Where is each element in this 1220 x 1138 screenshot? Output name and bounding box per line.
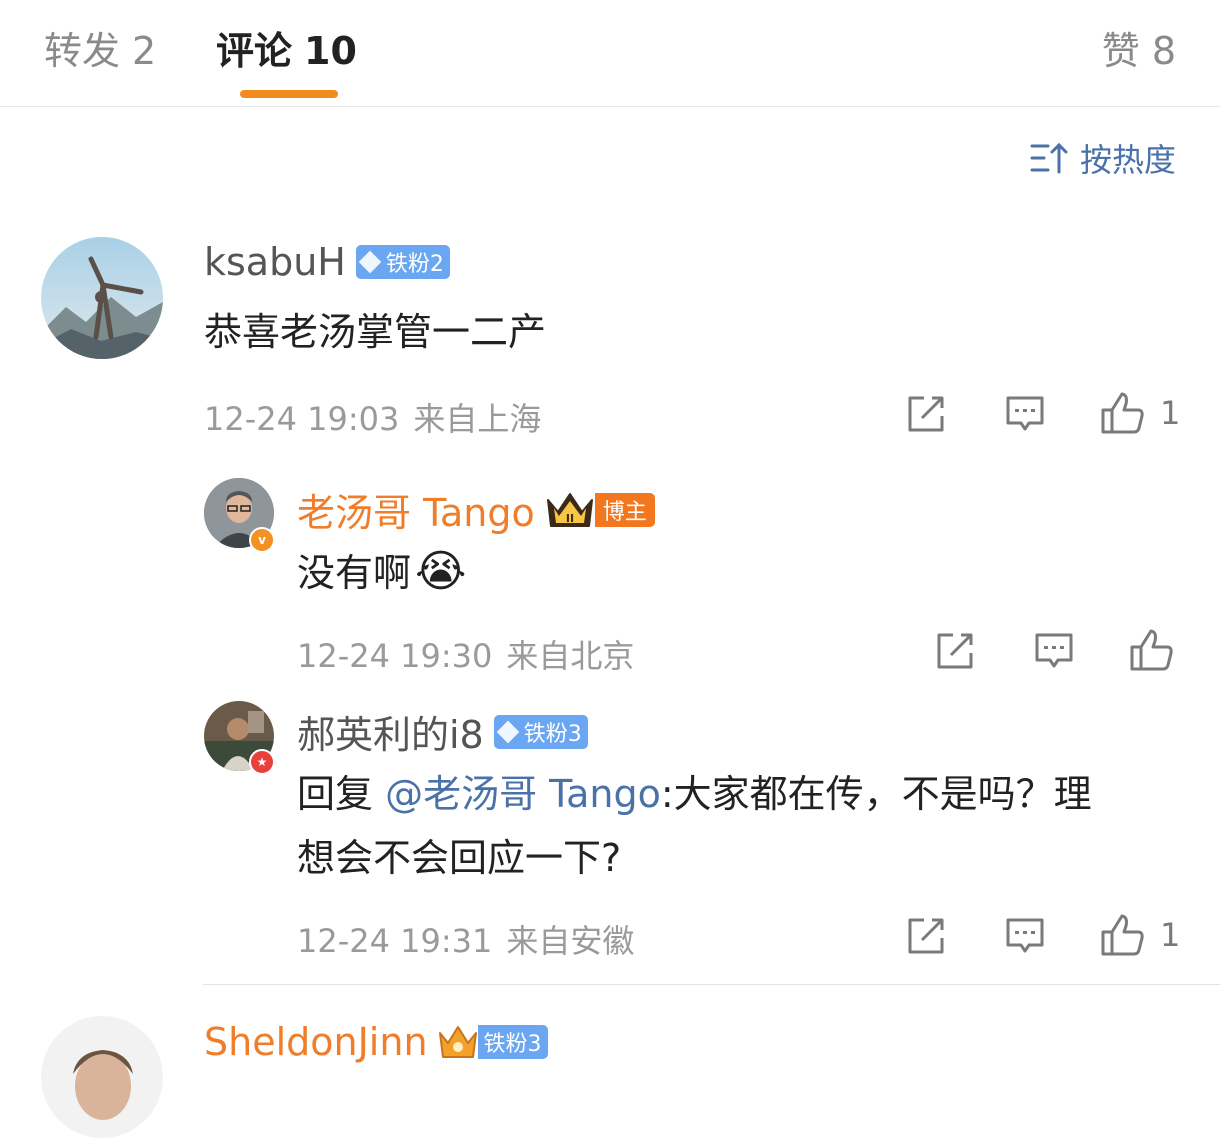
comment-time: 12-24 19:30 bbox=[297, 637, 493, 675]
author-name[interactable]: SheldonJinn bbox=[204, 1020, 428, 1064]
fan-badge: 铁粉3 bbox=[438, 1023, 548, 1061]
like-button[interactable]: 1 bbox=[1100, 390, 1180, 436]
thumbs-up-icon bbox=[1101, 392, 1144, 434]
reply-text: 没有啊 bbox=[297, 551, 412, 595]
tab-comments[interactable]: 评论 10 bbox=[216, 20, 357, 75]
comment-author[interactable]: 老汤哥 Tango II 博主 bbox=[297, 482, 655, 537]
tab-comments-count: 10 bbox=[304, 29, 357, 73]
tab-likes-count: 8 bbox=[1151, 29, 1176, 73]
sort-icon bbox=[1030, 142, 1068, 174]
repost-button[interactable] bbox=[906, 916, 946, 956]
tab-reposts-label: 转发 bbox=[44, 29, 121, 73]
comment-author[interactable]: 郝英利的i8 铁粉3 bbox=[297, 704, 588, 759]
thumbs-up-icon bbox=[1101, 914, 1144, 956]
comment-meta: 12-24 19:03 来自上海 bbox=[204, 394, 541, 440]
like-count: 1 bbox=[1160, 916, 1181, 954]
comment-time: 12-24 19:03 bbox=[204, 400, 400, 438]
like-count: 1 bbox=[1160, 394, 1181, 432]
verified-icon: v bbox=[249, 527, 275, 553]
share-icon bbox=[908, 918, 944, 954]
blogger-badge-label: 博主 bbox=[594, 492, 655, 527]
avatar-image bbox=[41, 237, 163, 359]
avatar-image bbox=[41, 1016, 163, 1138]
fan-badge-label: 铁粉3 bbox=[523, 721, 582, 747]
comment-divider bbox=[203, 984, 1220, 985]
repost-button[interactable] bbox=[906, 394, 946, 434]
reply-button[interactable] bbox=[1005, 394, 1045, 434]
fan-badge-label: 铁粉3 bbox=[477, 1025, 548, 1059]
author-name[interactable]: 郝英利的i8 bbox=[297, 704, 484, 759]
comment-icon bbox=[1006, 918, 1044, 953]
tab-bar: 转发 2 评论 10 赞8 bbox=[0, 0, 1220, 107]
laughing-crying-emoji: 😭 bbox=[415, 546, 467, 597]
reply-text-line1: :大家都在传，不是吗？理 bbox=[660, 772, 1092, 816]
comment-text: 回复 @老汤哥 Tango:大家都在传，不是吗？理 bbox=[297, 763, 1092, 825]
blogger-badge: II 博主 bbox=[545, 490, 655, 530]
crown-icon: II bbox=[546, 492, 593, 527]
diamond-icon bbox=[358, 250, 382, 274]
fan-badge-label: 铁粉2 bbox=[385, 252, 444, 277]
reply-prefix: 回复 bbox=[297, 772, 386, 816]
mention-link[interactable]: @老汤哥 Tango bbox=[385, 772, 661, 816]
tab-likes[interactable]: 赞8 bbox=[1102, 20, 1176, 75]
fan-badge: 铁粉2 bbox=[355, 245, 450, 279]
sort-label: 按热度 bbox=[1079, 141, 1176, 179]
comment-time: 12-24 19:31 bbox=[297, 922, 493, 960]
comment-meta: 12-24 19:30 来自北京 bbox=[297, 631, 634, 677]
tab-reposts[interactable]: 转发 2 bbox=[44, 20, 156, 75]
avatar[interactable] bbox=[41, 1016, 163, 1138]
reply-button[interactable] bbox=[1034, 631, 1074, 671]
comment-icon bbox=[1006, 396, 1044, 431]
active-tab-indicator bbox=[240, 90, 338, 98]
comment-text: 恭喜老汤掌管一二产 bbox=[204, 310, 547, 354]
tab-likes-label: 赞 bbox=[1101, 29, 1140, 73]
author-name[interactable]: ksabuH bbox=[204, 240, 346, 284]
sort-by-hot-button[interactable]: 按热度 bbox=[1030, 136, 1176, 180]
comment-author[interactable]: ksabuH 铁粉2 bbox=[204, 240, 450, 284]
comment-meta: 12-24 19:31 来自安徽 bbox=[297, 916, 634, 962]
share-icon bbox=[937, 633, 973, 669]
comment-text: 没有啊😭 bbox=[297, 541, 466, 604]
share-icon bbox=[908, 396, 944, 432]
tab-comments-label: 评论 bbox=[216, 29, 293, 73]
fan-badge: 铁粉3 bbox=[493, 714, 588, 749]
reply-button[interactable] bbox=[1005, 916, 1045, 956]
avatar[interactable] bbox=[41, 237, 163, 359]
comment-author[interactable]: SheldonJinn 铁粉3 bbox=[204, 1020, 548, 1064]
crown-icon bbox=[438, 1026, 477, 1058]
tab-reposts-count: 2 bbox=[132, 29, 157, 73]
like-button[interactable] bbox=[1129, 627, 1175, 673]
verified-icon: ★ bbox=[249, 749, 275, 775]
svg-text:II: II bbox=[566, 512, 574, 525]
author-name[interactable]: 老汤哥 Tango bbox=[297, 482, 535, 537]
comment-icon bbox=[1035, 633, 1073, 668]
like-button[interactable]: 1 bbox=[1100, 912, 1180, 958]
comment-location: 来自北京 bbox=[506, 637, 635, 675]
diamond-icon bbox=[496, 720, 520, 743]
reply-text-line2: 想会不会回应一下? bbox=[297, 836, 622, 880]
repost-button[interactable] bbox=[935, 631, 975, 671]
comment-location: 来自上海 bbox=[413, 400, 542, 438]
comment-location: 来自安徽 bbox=[506, 922, 635, 960]
thumbs-up-icon bbox=[1130, 629, 1173, 671]
